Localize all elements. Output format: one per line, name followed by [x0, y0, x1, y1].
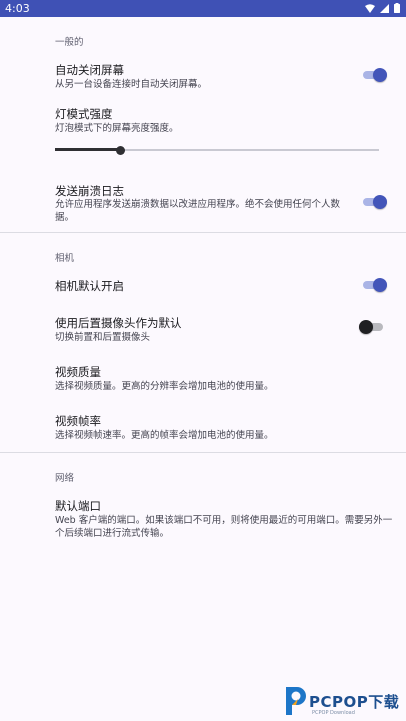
setting-summary: 允许应用程序发送崩溃数据以改进应用程序。绝不会使用任何个人数据。: [55, 199, 341, 223]
watermark-text: PCPOP下载: [309, 693, 400, 711]
section-header-camera: 相机: [55, 253, 75, 264]
watermark: PCPOP下载 PCPOP Download: [282, 683, 406, 720]
watermark-subtext: PCPOP Download: [312, 710, 355, 716]
status-time: 4:03: [5, 2, 30, 15]
slider-fill: [55, 148, 120, 151]
setting-title: 灯模式强度: [55, 107, 113, 121]
setting-title: 视频帧率: [55, 414, 101, 428]
divider: [0, 232, 406, 233]
wifi-icon: [365, 3, 375, 13]
intensity-slider[interactable]: [55, 143, 379, 157]
slider-thumb[interactable]: [115, 146, 125, 155]
battery-icon: [394, 3, 400, 13]
setting-summary: 灯泡模式下的屏幕亮度强度。: [55, 123, 179, 134]
divider: [0, 452, 406, 453]
setting-summary: 切换前置和后置摄像头: [55, 332, 151, 343]
signal-icon: [380, 3, 389, 13]
setting-title: 发送崩溃日志: [55, 184, 124, 198]
setting-summary: 从另一台设备连接时自动关闭屏幕。: [55, 79, 208, 90]
pcpop-logo-icon: [282, 683, 308, 721]
crash-logs-toggle[interactable]: [363, 195, 387, 209]
section-header-network: 网络: [55, 473, 75, 484]
setting-title: 使用后置摄像头作为默认: [55, 316, 182, 330]
setting-summary: Web 客户端的端口。如果该端口不可用，则将使用最近的可用端口。需要另外一个后续…: [55, 515, 393, 539]
setting-title: 默认端口: [55, 499, 101, 513]
setting-summary: 选择视频帧速率。更高的帧率会增加电池的使用量。: [55, 430, 274, 441]
setting-title: 自动关闭屏幕: [55, 63, 124, 77]
setting-summary: 选择视频质量。更高的分辨率会增加电池的使用量。: [55, 381, 274, 392]
status-bar: 4:03: [0, 0, 406, 17]
section-header-general: 一般的: [55, 37, 84, 48]
setting-title: 视频质量: [55, 365, 101, 379]
rear-camera-toggle[interactable]: [359, 320, 383, 334]
camera-default-toggle[interactable]: [363, 278, 387, 292]
auto-off-toggle[interactable]: [363, 68, 387, 82]
setting-title: 相机默认开启: [55, 279, 124, 293]
